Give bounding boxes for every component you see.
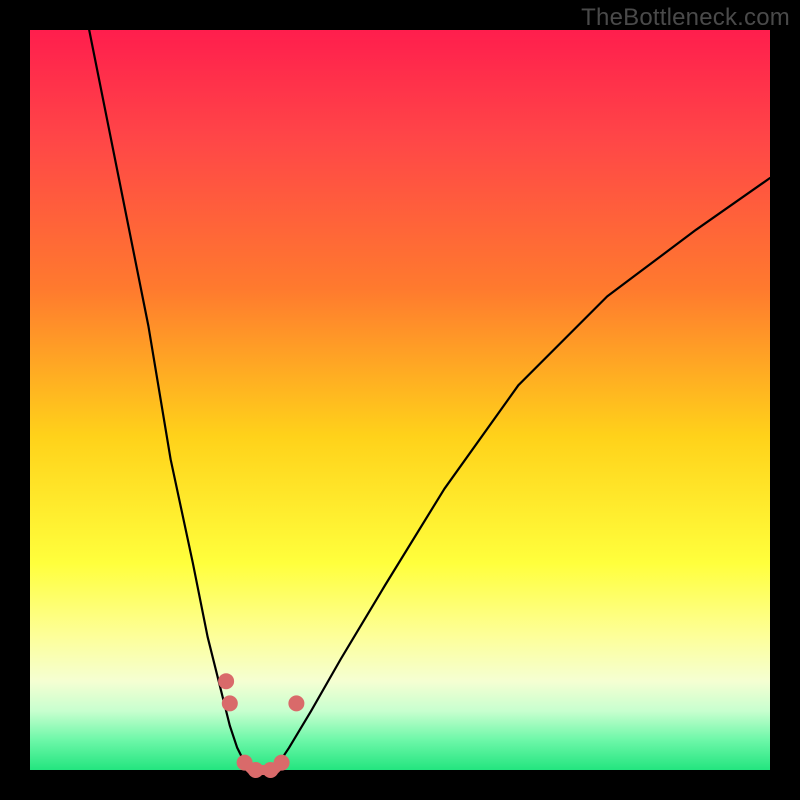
marker-1 — [222, 695, 238, 711]
marker-0 — [218, 673, 234, 689]
marker-3 — [248, 762, 264, 778]
watermark-text: TheBottleneck.com — [581, 4, 790, 32]
plot-area — [30, 30, 770, 770]
series-curve-right — [274, 178, 770, 770]
series-curve-left — [89, 30, 252, 770]
curves-layer — [30, 30, 770, 770]
marker-6 — [288, 695, 304, 711]
marker-5 — [274, 755, 290, 771]
